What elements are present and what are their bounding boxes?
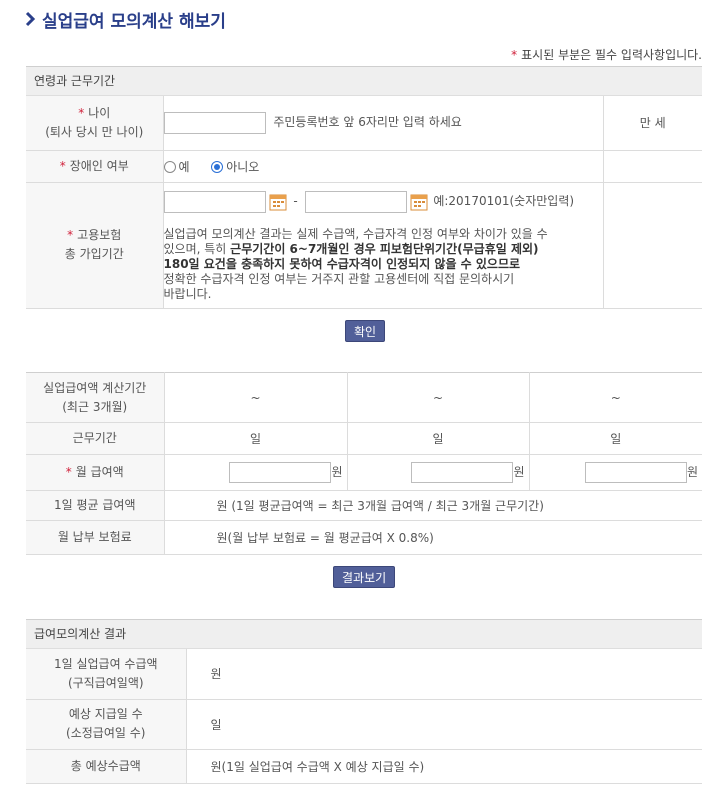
salary-calc-table: 실업급여액 계산기간 (최근 3개월) ~ ~ ~ 근무기간 일 일 일 * 월 … [26,372,702,555]
age-label: * 나이 (퇴사 당시 만 나이) [26,96,164,151]
period-1[interactable]: ~ [164,372,348,423]
benefit-days-row: 예상 지급일 수 (소정급여일 수) 일 [26,699,702,750]
calendar-icon[interactable] [410,193,428,211]
result-button[interactable]: 결과보기 [333,566,396,588]
monthly-salary-input-1[interactable] [229,462,332,483]
insurance-start-input[interactable] [163,190,266,213]
section-heading-age-period: 연령과 근무기간 [26,66,702,96]
total-benefit-value: 원(1일 실업급여 수급액 X 예상 지급일 수) [186,749,702,784]
result-table: 1일 실업급여 수급액 (구직급여일액) 원 예상 지급일 수 (소정급여일 수… [26,649,702,784]
page-title: 실업급여 모의계산 해보기 [24,8,226,32]
avg-daily-row: 1일 평균 급여액 원 (1일 평균급여액 = 최근 3개월 급여액 / 최근 … [26,490,702,521]
disability-no-radio[interactable] [211,161,224,173]
age-row: * 나이 (퇴사 당시 만 나이) 주민등록번호 앞 6자리만 입력 하세요 만 … [26,96,702,151]
page-title-text: 실업급여 모의계산 해보기 [42,11,226,32]
calc-period-label: 실업급여액 계산기간 (최근 3개월) [26,372,165,423]
required-note: * 표시된 부분은 필수 입력사항입니다. [511,46,702,63]
calendar-icon[interactable] [269,193,287,211]
date-separator: - [293,194,298,208]
required-mark: * [511,48,518,62]
workdays-3: 일 [529,422,702,455]
period-3[interactable]: ~ [529,372,702,423]
workdays-row: 근무기간 일 일 일 [26,422,702,455]
workdays-1: 일 [164,422,348,455]
total-benefit-label: 총 예상수급액 [26,749,187,784]
disability-yes-label[interactable]: 예 [179,160,190,174]
total-benefit-row: 총 예상수급액 원(1일 실업급여 수급액 X 예상 지급일 수) [26,749,702,784]
daily-benefit-row: 1일 실업급여 수급액 (구직급여일액) 원 [26,649,702,700]
workdays-label: 근무기간 [26,422,165,455]
age-hint: 주민등록번호 앞 6자리만 입력 하세요 [273,115,462,130]
insurance-end-input[interactable] [304,190,407,213]
date-example: 예:20170101(숫자만입력) [433,194,575,208]
monthly-premium-row: 월 납부 보험료 원(월 납부 보험료 = 월 평균급여 X 0.8%) [26,520,702,555]
monthly-salary-input-3[interactable] [584,462,687,483]
monthly-salary-label: * 월 급여액 [26,454,165,491]
avg-daily-label: 1일 평균 급여액 [26,490,165,521]
period-2[interactable]: ~ [347,372,530,423]
monthly-salary-input-2[interactable] [411,462,514,483]
age-input[interactable] [163,111,266,134]
benefit-days-value: 일 [186,699,702,750]
insurance-label: * 고용보험 총 가입기간 [26,182,164,309]
section-heading-result: 급여모의계산 결과 [26,619,702,649]
monthly-salary-row: * 월 급여액 원 원 원 [26,454,702,491]
daily-benefit-label: 1일 실업급여 수급액 (구직급여일액) [26,649,187,700]
benefit-days-label: 예상 지급일 수 (소정급여일 수) [26,699,187,750]
disability-no-label[interactable]: 아니오 [226,160,259,174]
workdays-2: 일 [347,422,530,455]
insurance-row: * 고용보험 총 가입기간 - 예:20170101(숫자만입력) 실업급여 모의… [26,182,702,309]
calc-period-row: 실업급여액 계산기간 (최근 3개월) ~ ~ ~ [26,372,702,423]
daily-benefit-value: 원 [186,649,702,700]
chevron-right-icon [25,11,36,27]
disability-label: * 장애인 여부 [26,150,164,183]
age-result: 만 세 [603,96,702,151]
avg-daily-value: 원 (1일 평균급여액 = 최근 3개월 급여액 / 최근 3개월 근무기간) [164,490,702,521]
required-note-text: 표시된 부분은 필수 입력사항입니다. [521,48,702,62]
age-period-table: * 나이 (퇴사 당시 만 나이) 주민등록번호 앞 6자리만 입력 하세요 만 … [26,96,702,309]
insurance-notice: 실업급여 모의계산 결과는 실제 수급액, 수급자격 인정 여부와 차이가 있을… [163,226,548,301]
disability-yes-radio[interactable] [163,161,176,173]
disability-row: * 장애인 여부 예 아니오 [26,150,702,183]
monthly-premium-value: 원(월 납부 보험료 = 월 평균급여 X 0.8%) [164,520,702,555]
confirm-button[interactable]: 확인 [345,320,386,342]
monthly-premium-label: 월 납부 보험료 [26,520,165,555]
